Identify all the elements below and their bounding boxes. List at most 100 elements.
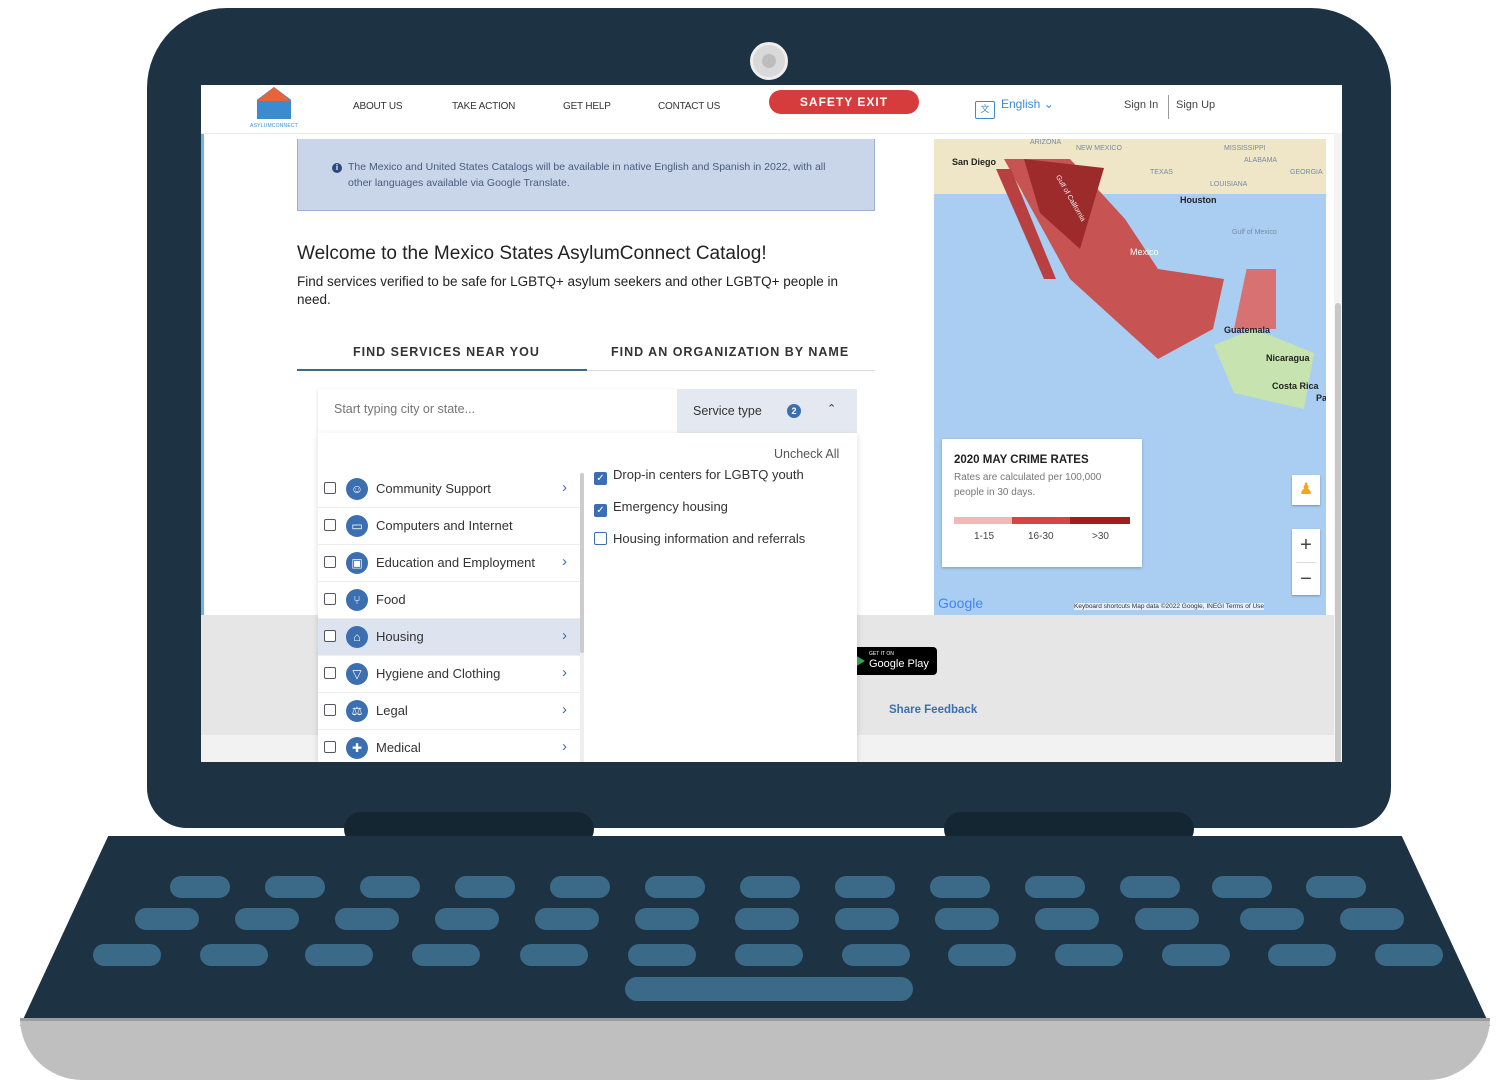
map-label-arizona: ARIZONA bbox=[1030, 139, 1062, 146]
keyboard-key bbox=[93, 944, 161, 966]
sign-in-link[interactable]: Sign In bbox=[1124, 99, 1158, 111]
category-label: Education and Employment bbox=[376, 555, 535, 570]
category-checkbox[interactable] bbox=[324, 519, 336, 531]
laptop-base-edge bbox=[20, 1018, 1490, 1080]
tab-find-organization-by-name[interactable]: FIND AN ORGANIZATION BY NAME bbox=[611, 345, 849, 359]
keyboard-key bbox=[135, 908, 199, 930]
keyboard-key bbox=[635, 908, 699, 930]
category-scrollbar[interactable] bbox=[580, 473, 584, 762]
keyboard-key bbox=[535, 908, 599, 930]
keyboard-key bbox=[1025, 876, 1085, 898]
category-legal[interactable]: ⚖ Legal › bbox=[318, 693, 580, 730]
subcategory-emergency-housing[interactable]: ✓ Emergency housing bbox=[594, 499, 728, 517]
checkbox-checked-icon[interactable]: ✓ bbox=[594, 504, 607, 517]
service-type-label: Service type bbox=[693, 404, 762, 418]
category-label: Legal bbox=[376, 703, 408, 718]
keyboard-key bbox=[948, 944, 1016, 966]
keyboard-key bbox=[200, 944, 268, 966]
category-label: Housing bbox=[376, 629, 424, 644]
uncheck-all-button[interactable]: Uncheck All bbox=[774, 447, 839, 461]
people-icon: ☺ bbox=[346, 478, 368, 500]
google-play-small-text: GET IT ON bbox=[869, 651, 894, 657]
tab-find-services-near-you[interactable]: FIND SERVICES NEAR YOU bbox=[353, 345, 540, 359]
location-search-input[interactable] bbox=[332, 401, 656, 417]
category-education-and-employment[interactable]: ▣ Education and Employment › bbox=[318, 545, 580, 582]
keyboard-key bbox=[265, 876, 325, 898]
asylumconnect-logo[interactable]: ASYLUMCONNECT bbox=[247, 87, 301, 131]
map-label-gulf-of-mexico: Gulf of Mexico bbox=[1232, 229, 1277, 236]
subcategory-label: Drop-in centers for LGBTQ youth bbox=[613, 467, 804, 482]
service-type-dropdown[interactable]: Service type 2 ⌃ bbox=[677, 389, 857, 433]
gavel-icon: ⚖ bbox=[346, 700, 368, 722]
category-checkbox[interactable] bbox=[324, 482, 336, 494]
nav-take-action[interactable]: TAKE ACTION bbox=[452, 101, 515, 112]
chevron-right-icon[interactable]: › bbox=[562, 738, 567, 755]
chevron-right-icon[interactable]: › bbox=[562, 553, 567, 570]
legend-bar-medium bbox=[1012, 517, 1070, 524]
chevron-right-icon[interactable]: › bbox=[562, 627, 567, 644]
nav-contact-us[interactable]: CONTACT US bbox=[658, 101, 720, 112]
keyboard-key bbox=[1306, 876, 1366, 898]
keyboard-key bbox=[1055, 944, 1123, 966]
keyboard-key bbox=[735, 908, 799, 930]
category-food[interactable]: ⑂ Food bbox=[318, 582, 580, 619]
chevron-right-icon[interactable]: › bbox=[562, 701, 567, 718]
crime-rate-map[interactable]: San Diego Houston Guatemala Nicaragua Co… bbox=[934, 139, 1326, 615]
subcategory-drop-in-centers-for-lgbtq-youth[interactable]: ✓ Drop-in centers for LGBTQ youth bbox=[594, 467, 804, 485]
legend-bar-low bbox=[954, 517, 1012, 524]
logo-text: ASYLUMCONNECT bbox=[250, 123, 298, 129]
keyboard-key bbox=[1162, 944, 1230, 966]
keyboard-key bbox=[835, 876, 895, 898]
category-community-support[interactable]: ☺ Community Support › bbox=[318, 471, 580, 508]
category-checkbox[interactable] bbox=[324, 667, 336, 679]
keyboard-key bbox=[835, 908, 899, 930]
safety-exit-button[interactable]: SAFETY EXIT bbox=[769, 90, 919, 114]
chevron-right-icon[interactable]: › bbox=[562, 664, 567, 681]
chevron-right-icon[interactable]: › bbox=[562, 479, 567, 496]
zoom-out-button[interactable]: − bbox=[1292, 563, 1320, 595]
computer-icon: ▭ bbox=[346, 515, 368, 537]
category-label: Food bbox=[376, 592, 406, 607]
page-scrollbar[interactable] bbox=[1334, 133, 1342, 762]
logo-roof-icon bbox=[257, 87, 291, 101]
category-housing[interactable]: ⌂ Housing › bbox=[318, 619, 580, 656]
zoom-in-button[interactable]: + bbox=[1292, 529, 1320, 561]
legend-label-medium: 16-30 bbox=[1028, 531, 1054, 542]
share-feedback-link[interactable]: Share Feedback bbox=[889, 704, 977, 716]
language-label: English bbox=[1001, 97, 1041, 111]
category-medical[interactable]: ✚ Medical › bbox=[318, 730, 580, 762]
map-label-houston: Houston bbox=[1180, 195, 1217, 205]
street-view-pegman-icon[interactable]: ♟ bbox=[1292, 475, 1320, 505]
category-checkbox[interactable] bbox=[324, 630, 336, 642]
page-scroll-thumb[interactable] bbox=[1335, 303, 1341, 762]
category-computers-and-internet[interactable]: ▭ Computers and Internet bbox=[318, 508, 580, 545]
legend-description: Rates are calculated per 100,000 people … bbox=[954, 472, 1102, 498]
category-checkbox[interactable] bbox=[324, 704, 336, 716]
language-selector[interactable]: 文 English ⌄ bbox=[975, 97, 1054, 119]
nav-get-help[interactable]: GET HELP bbox=[563, 101, 611, 112]
google-play-badge[interactable]: GET IT ON Google Play bbox=[851, 647, 937, 675]
service-type-panel: Uncheck All ☺ Community Support › ▭ Computer… bbox=[318, 433, 857, 762]
google-play-big-text: Google Play bbox=[869, 658, 929, 670]
location-search bbox=[318, 389, 678, 433]
category-checkbox[interactable] bbox=[324, 556, 336, 568]
checkbox-checked-icon[interactable]: ✓ bbox=[594, 472, 607, 485]
keyboard-key bbox=[1135, 908, 1199, 930]
keyboard-key bbox=[628, 944, 696, 966]
category-checkbox[interactable] bbox=[324, 593, 336, 605]
category-scroll-thumb[interactable] bbox=[580, 473, 584, 653]
map-attribution[interactable]: Keyboard shortcuts Map data ©2022 Google… bbox=[1074, 603, 1265, 610]
checkbox-unchecked-icon[interactable] bbox=[594, 532, 607, 545]
keyboard-key bbox=[1340, 908, 1404, 930]
keyboard-key bbox=[1375, 944, 1443, 966]
keyboard-key bbox=[1120, 876, 1180, 898]
category-label: Community Support bbox=[376, 481, 491, 496]
map-label-alabama: ALABAMA bbox=[1244, 157, 1278, 164]
sign-up-link[interactable]: Sign Up bbox=[1176, 99, 1215, 111]
category-checkbox[interactable] bbox=[324, 741, 336, 753]
google-logo[interactable]: Google bbox=[938, 595, 983, 611]
subcategory-housing-information-and-referrals[interactable]: Housing information and referrals bbox=[594, 531, 805, 546]
nav-about-us[interactable]: ABOUT US bbox=[353, 101, 403, 112]
category-hygiene-and-clothing[interactable]: ▽ Hygiene and Clothing › bbox=[318, 656, 580, 693]
browser-screen: ASYLUMCONNECT ABOUT US TAKE ACTION GET H… bbox=[201, 85, 1342, 762]
